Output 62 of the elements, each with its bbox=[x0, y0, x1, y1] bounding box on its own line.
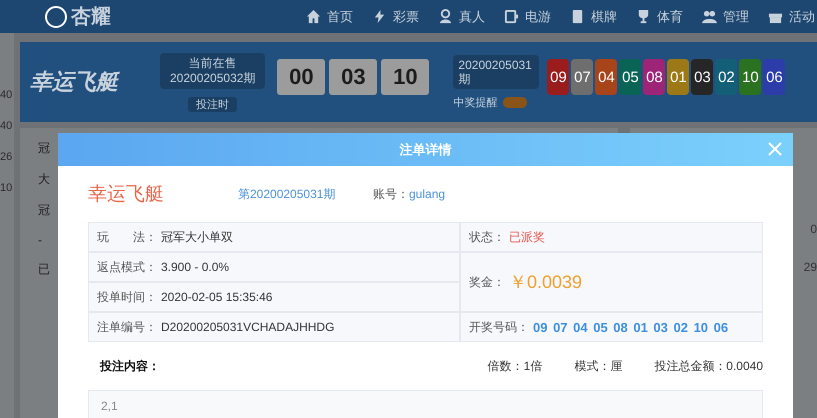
countdown-digit: 10 bbox=[381, 59, 430, 95]
countdown-digit: 00 bbox=[277, 59, 326, 95]
countdown-digit: 03 bbox=[329, 59, 378, 95]
field-label: 状态： bbox=[469, 228, 505, 246]
field-label: 开奖号码： bbox=[469, 318, 529, 336]
period-number: 第20200205031期 bbox=[238, 186, 336, 202]
panel-text: 冠 bbox=[38, 202, 50, 219]
nav-link[interactable]: 棋牌 bbox=[570, 8, 617, 26]
nav-link[interactable]: 体育 bbox=[636, 8, 683, 26]
panel-text: - bbox=[38, 233, 42, 247]
field-label: 玩 法： bbox=[97, 228, 157, 246]
nav-link[interactable]: 管理 bbox=[702, 8, 749, 26]
screen-icon bbox=[504, 9, 519, 24]
field-value: 冠军大小单双 bbox=[161, 228, 233, 246]
countdown-label: 投注时 bbox=[188, 96, 238, 112]
panel-text: 0 bbox=[810, 222, 817, 236]
side-number: 40 bbox=[0, 89, 14, 101]
dialog-title: 注单详情 bbox=[400, 140, 452, 158]
side-number: 26 bbox=[0, 151, 14, 163]
home-icon bbox=[306, 9, 321, 24]
win-alert-label: 中奖提醒 bbox=[453, 96, 498, 110]
lottery-logo: 幸运飞艇 bbox=[30, 68, 121, 96]
trophy-icon bbox=[636, 9, 651, 24]
prize-value: ￥0.0039 bbox=[509, 271, 582, 294]
mode-text: 模式：厘 bbox=[574, 358, 622, 374]
win-alert-toggle[interactable] bbox=[503, 96, 528, 108]
side-number: 40 bbox=[0, 120, 14, 132]
content-label: 投注内容： bbox=[100, 358, 160, 374]
nav-link[interactable]: 彩票 bbox=[372, 8, 419, 26]
logo-icon bbox=[45, 6, 67, 28]
panel-text: 已 bbox=[38, 261, 50, 278]
nav-link[interactable]: 真人 bbox=[438, 8, 485, 26]
panel-text: 大 bbox=[38, 171, 50, 188]
lightning-icon bbox=[372, 9, 387, 24]
nav-link[interactable]: 首页 bbox=[306, 8, 353, 26]
panel-text: 冠 bbox=[38, 140, 50, 157]
total-text: 投注总金额：0.0040 bbox=[654, 358, 763, 374]
account-label: 账号： bbox=[373, 186, 409, 202]
account-name: gulang bbox=[409, 187, 446, 201]
nav-link[interactable]: 电游 bbox=[504, 8, 551, 26]
site-logo[interactable]: 杏耀 bbox=[71, 3, 111, 30]
status-value: 已派奖 bbox=[509, 228, 545, 246]
close-icon[interactable] bbox=[767, 141, 783, 157]
nav-link[interactable]: 活动 bbox=[768, 8, 815, 26]
bet-content-box: 2,1 bbox=[88, 390, 763, 418]
side-number: 10 bbox=[0, 182, 14, 194]
field-label: 奖金： bbox=[469, 274, 505, 290]
field-value: 3.900 - 0.0% bbox=[161, 260, 230, 274]
people-icon bbox=[702, 9, 717, 24]
current-period-box: 当前在售 20200205032期 bbox=[160, 52, 266, 88]
multiple-text: 倍数：1倍 bbox=[488, 358, 542, 374]
field-value: D20200205031VCHADAJHHDG bbox=[161, 320, 334, 334]
field-label: 投单时间： bbox=[97, 288, 157, 306]
person-icon bbox=[438, 9, 453, 24]
draw-numbers: 09 07 04 05 08 01 03 02 10 06 bbox=[533, 320, 728, 334]
game-name: 幸运飞艇 bbox=[88, 183, 165, 207]
field-value: 2020-02-05 15:35:46 bbox=[161, 290, 272, 304]
field-label: 注单编号： bbox=[97, 318, 157, 336]
last-period-box: 20200205031期 bbox=[453, 54, 540, 88]
field-label: 返点模式： bbox=[97, 258, 157, 276]
panel-text: 29 bbox=[804, 260, 817, 274]
card-icon bbox=[570, 9, 585, 24]
